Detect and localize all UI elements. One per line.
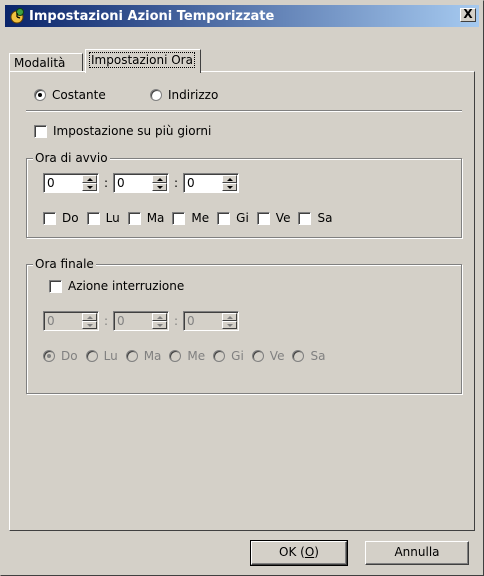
end-day-radio-lu[interactable] — [85, 350, 98, 362]
window-title: Impostazioni Azioni Temporizzate — [29, 8, 275, 24]
end-day-label-sa: Sa — [310, 349, 326, 363]
start-hours-up-arrow-icon[interactable] — [82, 175, 97, 183]
start-time-fields: 0 : 0 : 0 — [43, 173, 239, 193]
end-days-row: Do Lu Ma Me Gi Ve Sa — [43, 349, 325, 363]
interrupt-checkbox[interactable] — [49, 279, 62, 293]
start-separator-1: : — [103, 176, 109, 190]
start-seconds-down-arrow-icon[interactable] — [222, 183, 237, 191]
start-hours-value[interactable]: 0 — [47, 176, 55, 190]
dialog-window: Impostazioni Azioni Temporizzate X Modal… — [0, 0, 484, 576]
end-minutes-down-arrow-icon[interactable] — [152, 321, 167, 329]
end-minutes-value[interactable]: 0 — [117, 314, 125, 328]
radio-indirizzo[interactable]: Indirizzo — [150, 88, 218, 102]
end-day-label-do: Do — [61, 349, 78, 363]
tab-impostazioni-ora[interactable]: Impostazioni Ora — [85, 49, 201, 73]
end-hours-down-arrow-icon[interactable] — [82, 321, 97, 329]
end-hours-up-arrow-icon[interactable] — [82, 313, 97, 321]
end-minutes-up-arrow-icon[interactable] — [152, 313, 167, 321]
cancel-button-label: Annulla — [394, 545, 440, 559]
start-minutes-spinner[interactable]: 0 — [113, 173, 169, 193]
start-minutes-value[interactable]: 0 — [117, 176, 125, 190]
radio-costante-label: Costante — [52, 88, 106, 102]
start-time-group: Ora di avvio 0 : 0 : 0 Do Lu Ma Me Gi Ve… — [26, 151, 462, 238]
end-hours-value[interactable]: 0 — [47, 314, 55, 328]
end-separator-1: : — [103, 314, 109, 328]
end-day-label-me: Me — [187, 349, 206, 363]
end-day-radio-sa[interactable] — [292, 350, 305, 362]
start-day-checkbox-ma[interactable] — [127, 211, 141, 225]
tab-impostazioni-ora-label: Impostazioni Ora — [89, 52, 195, 68]
radio-costante-indicator[interactable] — [34, 89, 46, 101]
cancel-button[interactable]: Annulla — [365, 541, 469, 565]
start-days-row: Do Lu Ma Me Gi Ve Sa — [43, 211, 332, 225]
start-day-checkbox-lu[interactable] — [86, 211, 100, 225]
tab-modalita-label: Modalità — [14, 56, 66, 70]
start-seconds-value[interactable]: 0 — [187, 176, 195, 190]
start-day-checkbox-sa[interactable] — [298, 211, 312, 225]
end-hours-spinner[interactable]: 0 — [43, 311, 99, 331]
interrupt-label: Azione interruzione — [68, 279, 185, 293]
end-seconds-up-arrow-icon[interactable] — [222, 313, 237, 321]
end-separator-2: : — [173, 314, 179, 328]
end-day-label-lu: Lu — [103, 349, 118, 363]
ok-button[interactable]: OK (O) — [250, 540, 348, 566]
start-day-label-me: Me — [191, 211, 210, 225]
end-seconds-value[interactable]: 0 — [187, 314, 195, 328]
start-day-checkbox-gi[interactable] — [217, 211, 231, 225]
radio-costante[interactable]: Costante — [34, 88, 106, 102]
end-seconds-down-arrow-icon[interactable] — [222, 321, 237, 329]
start-separator-2: : — [173, 176, 179, 190]
end-day-label-ma: Ma — [143, 349, 162, 363]
ok-button-mnemonic: O — [304, 545, 315, 559]
start-seconds-spinner[interactable]: 0 — [183, 173, 239, 193]
close-icon: X — [463, 7, 473, 21]
start-day-checkbox-do[interactable] — [43, 211, 56, 225]
end-time-group-label: Ora finale — [33, 257, 96, 271]
tab-panel: Costante Indirizzo Impostazione su più g… — [9, 71, 475, 531]
app-icon — [8, 7, 26, 25]
divider — [26, 110, 462, 112]
end-time-fields: 0 : 0 : 0 — [43, 311, 239, 331]
end-time-group: Ora finale Azione interruzione 0 : 0 : 0 — [26, 257, 462, 394]
end-day-radio-do[interactable] — [43, 350, 55, 362]
start-day-checkbox-me[interactable] — [172, 211, 186, 225]
end-day-radio-gi[interactable] — [213, 350, 226, 362]
start-hours-spinner[interactable]: 0 — [43, 173, 99, 193]
tab-modalita[interactable]: Modalità — [9, 53, 83, 71]
start-minutes-down-arrow-icon[interactable] — [152, 183, 167, 191]
title-bar[interactable]: Impostazioni Azioni Temporizzate X — [5, 5, 479, 27]
multi-day-checkbox[interactable] — [34, 124, 47, 138]
radio-indirizzo-label: Indirizzo — [168, 88, 219, 102]
start-day-label-gi: Gi — [236, 211, 249, 225]
multi-day-option[interactable]: Impostazione su più giorni — [34, 124, 211, 138]
multi-day-label: Impostazione su più giorni — [53, 124, 212, 138]
start-seconds-up-arrow-icon[interactable] — [222, 175, 237, 183]
start-time-group-label: Ora di avvio — [33, 151, 110, 165]
start-day-label-ve: Ve — [275, 211, 291, 225]
start-minutes-up-arrow-icon[interactable] — [152, 175, 167, 183]
start-hours-down-arrow-icon[interactable] — [82, 183, 97, 191]
end-seconds-spinner[interactable]: 0 — [183, 311, 239, 331]
close-button[interactable]: X — [460, 8, 476, 22]
end-day-radio-ma[interactable] — [125, 350, 138, 362]
start-day-checkbox-ve[interactable] — [256, 211, 270, 225]
start-day-label-do: Do — [62, 211, 79, 225]
end-day-label-ve: Ve — [269, 349, 285, 363]
end-minutes-spinner[interactable]: 0 — [113, 311, 169, 331]
start-day-label-lu: Lu — [105, 211, 120, 225]
end-day-radio-ve[interactable] — [251, 350, 264, 362]
ok-button-label-prefix: OK ( — [279, 545, 305, 559]
ok-button-label-suffix: ) — [314, 545, 319, 559]
end-day-radio-me[interactable] — [169, 350, 182, 362]
start-day-label-sa: Sa — [317, 211, 333, 225]
start-day-label-ma: Ma — [146, 211, 165, 225]
end-day-label-gi: Gi — [231, 349, 244, 363]
interrupt-option[interactable]: Azione interruzione — [49, 279, 184, 293]
radio-indirizzo-indicator[interactable] — [150, 89, 162, 101]
